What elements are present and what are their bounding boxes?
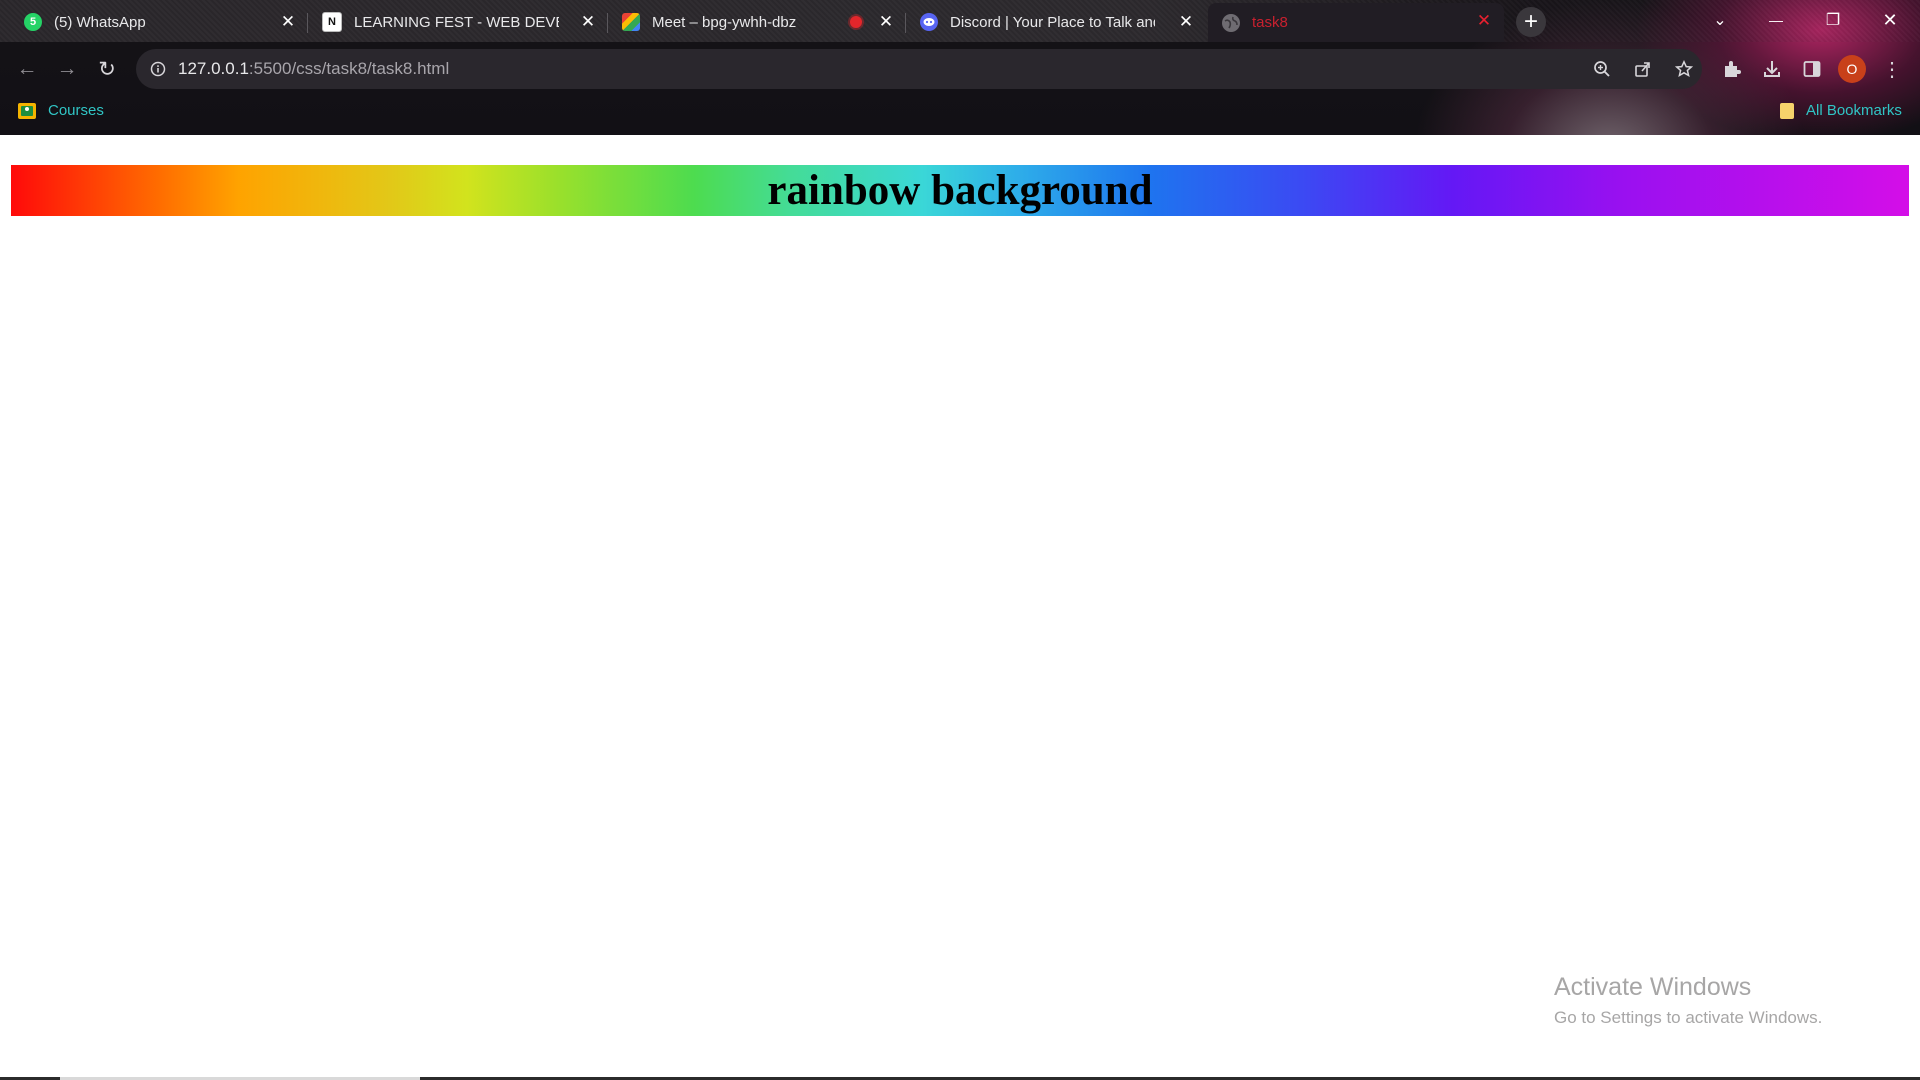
browser-toolbar: ← → ↻ 127.0.0.1:5500/css/task8/task8.htm… xyxy=(0,42,1920,96)
tab-title: (5) WhatsApp xyxy=(54,13,146,31)
reload-button[interactable]: ↻ xyxy=(91,53,123,85)
more-menu-icon[interactable]: ⋮ xyxy=(1878,55,1906,83)
extensions-icon[interactable] xyxy=(1718,55,1746,83)
tab-learning-fest[interactable]: N LEARNING FEST - WEB DEVELOP ✕ xyxy=(308,4,608,40)
browser-window: 5 (5) WhatsApp ✕ N LEARNING FEST - WEB D… xyxy=(0,0,1920,1080)
browser-chrome: 5 (5) WhatsApp ✕ N LEARNING FEST - WEB D… xyxy=(0,0,1920,135)
restore-button[interactable]: ❐ xyxy=(1813,6,1853,34)
close-tab-icon[interactable]: ✕ xyxy=(1176,12,1196,32)
globe-icon xyxy=(1222,13,1240,32)
tab-strip: 5 (5) WhatsApp ✕ N LEARNING FEST - WEB D… xyxy=(0,0,1920,42)
close-tab-icon[interactable]: ✕ xyxy=(1474,11,1494,31)
activate-windows-watermark: Activate Windows Go to Settings to activ… xyxy=(1554,973,1822,1028)
bookmark-label: Courses xyxy=(48,102,104,119)
all-bookmarks[interactable]: All Bookmarks xyxy=(1780,102,1902,119)
close-window-button[interactable]: ✕ xyxy=(1870,6,1910,34)
recording-indicator-icon xyxy=(850,16,862,28)
url-path: :5500/css/task8/task8.html xyxy=(248,59,450,78)
page-content: rainbow background Activate Windows Go t… xyxy=(0,135,1920,1076)
back-button[interactable]: ← xyxy=(11,53,43,85)
bookmark-star-icon[interactable] xyxy=(1672,57,1696,81)
tab-title: LEARNING FEST - WEB DEVELOP xyxy=(354,13,559,31)
url-host: 127.0.0.1 xyxy=(178,59,249,78)
activate-windows-subtitle: Go to Settings to activate Windows. xyxy=(1554,1008,1823,1027)
address-bar[interactable]: 127.0.0.1:5500/css/task8/task8.html xyxy=(136,49,1702,89)
discord-icon xyxy=(920,13,938,31)
tab-title: task8 xyxy=(1252,14,1288,31)
forward-button[interactable]: → xyxy=(51,53,83,85)
site-info-icon[interactable] xyxy=(146,57,170,81)
close-tab-icon[interactable]: ✕ xyxy=(578,12,598,32)
activate-windows-title: Activate Windows xyxy=(1554,973,1752,1001)
zoom-icon[interactable] xyxy=(1590,57,1614,81)
tab-whatsapp[interactable]: 5 (5) WhatsApp ✕ xyxy=(10,4,308,40)
bookmarks-bar: Courses All Bookmarks xyxy=(0,98,1920,126)
side-panel-icon[interactable] xyxy=(1798,55,1826,83)
notion-icon: N xyxy=(322,12,342,32)
tab-title: Discord | Your Place to Talk and xyxy=(950,13,1155,31)
tab-search-icon[interactable]: ⌄ xyxy=(1700,6,1740,34)
new-tab-button[interactable]: + xyxy=(1516,7,1546,37)
google-meet-icon xyxy=(622,13,640,31)
whatsapp-icon: 5 xyxy=(24,13,42,31)
folder-icon xyxy=(1780,102,1794,119)
bookmark-courses[interactable]: Courses xyxy=(18,102,104,119)
tab-task8[interactable]: task8 ✕ xyxy=(1208,3,1504,42)
tab-google-meet[interactable]: Meet – bpg-ywhh-dbz ✕ xyxy=(608,4,906,40)
tab-title: Meet – bpg-ywhh-dbz xyxy=(652,13,797,31)
classroom-icon xyxy=(18,102,36,119)
close-tab-icon[interactable]: ✕ xyxy=(876,12,896,32)
download-icon[interactable] xyxy=(1758,55,1786,83)
tab-discord[interactable]: Discord | Your Place to Talk and ✕ xyxy=(906,4,1206,40)
url-text[interactable]: 127.0.0.1:5500/css/task8/task8.html xyxy=(178,59,449,79)
all-bookmarks-label: All Bookmarks xyxy=(1806,102,1902,119)
minimize-button[interactable]: — xyxy=(1756,6,1796,34)
profile-avatar[interactable]: O xyxy=(1838,55,1866,83)
share-icon[interactable] xyxy=(1631,57,1655,81)
close-tab-icon[interactable]: ✕ xyxy=(278,12,298,32)
rainbow-heading: rainbow background xyxy=(11,165,1909,216)
